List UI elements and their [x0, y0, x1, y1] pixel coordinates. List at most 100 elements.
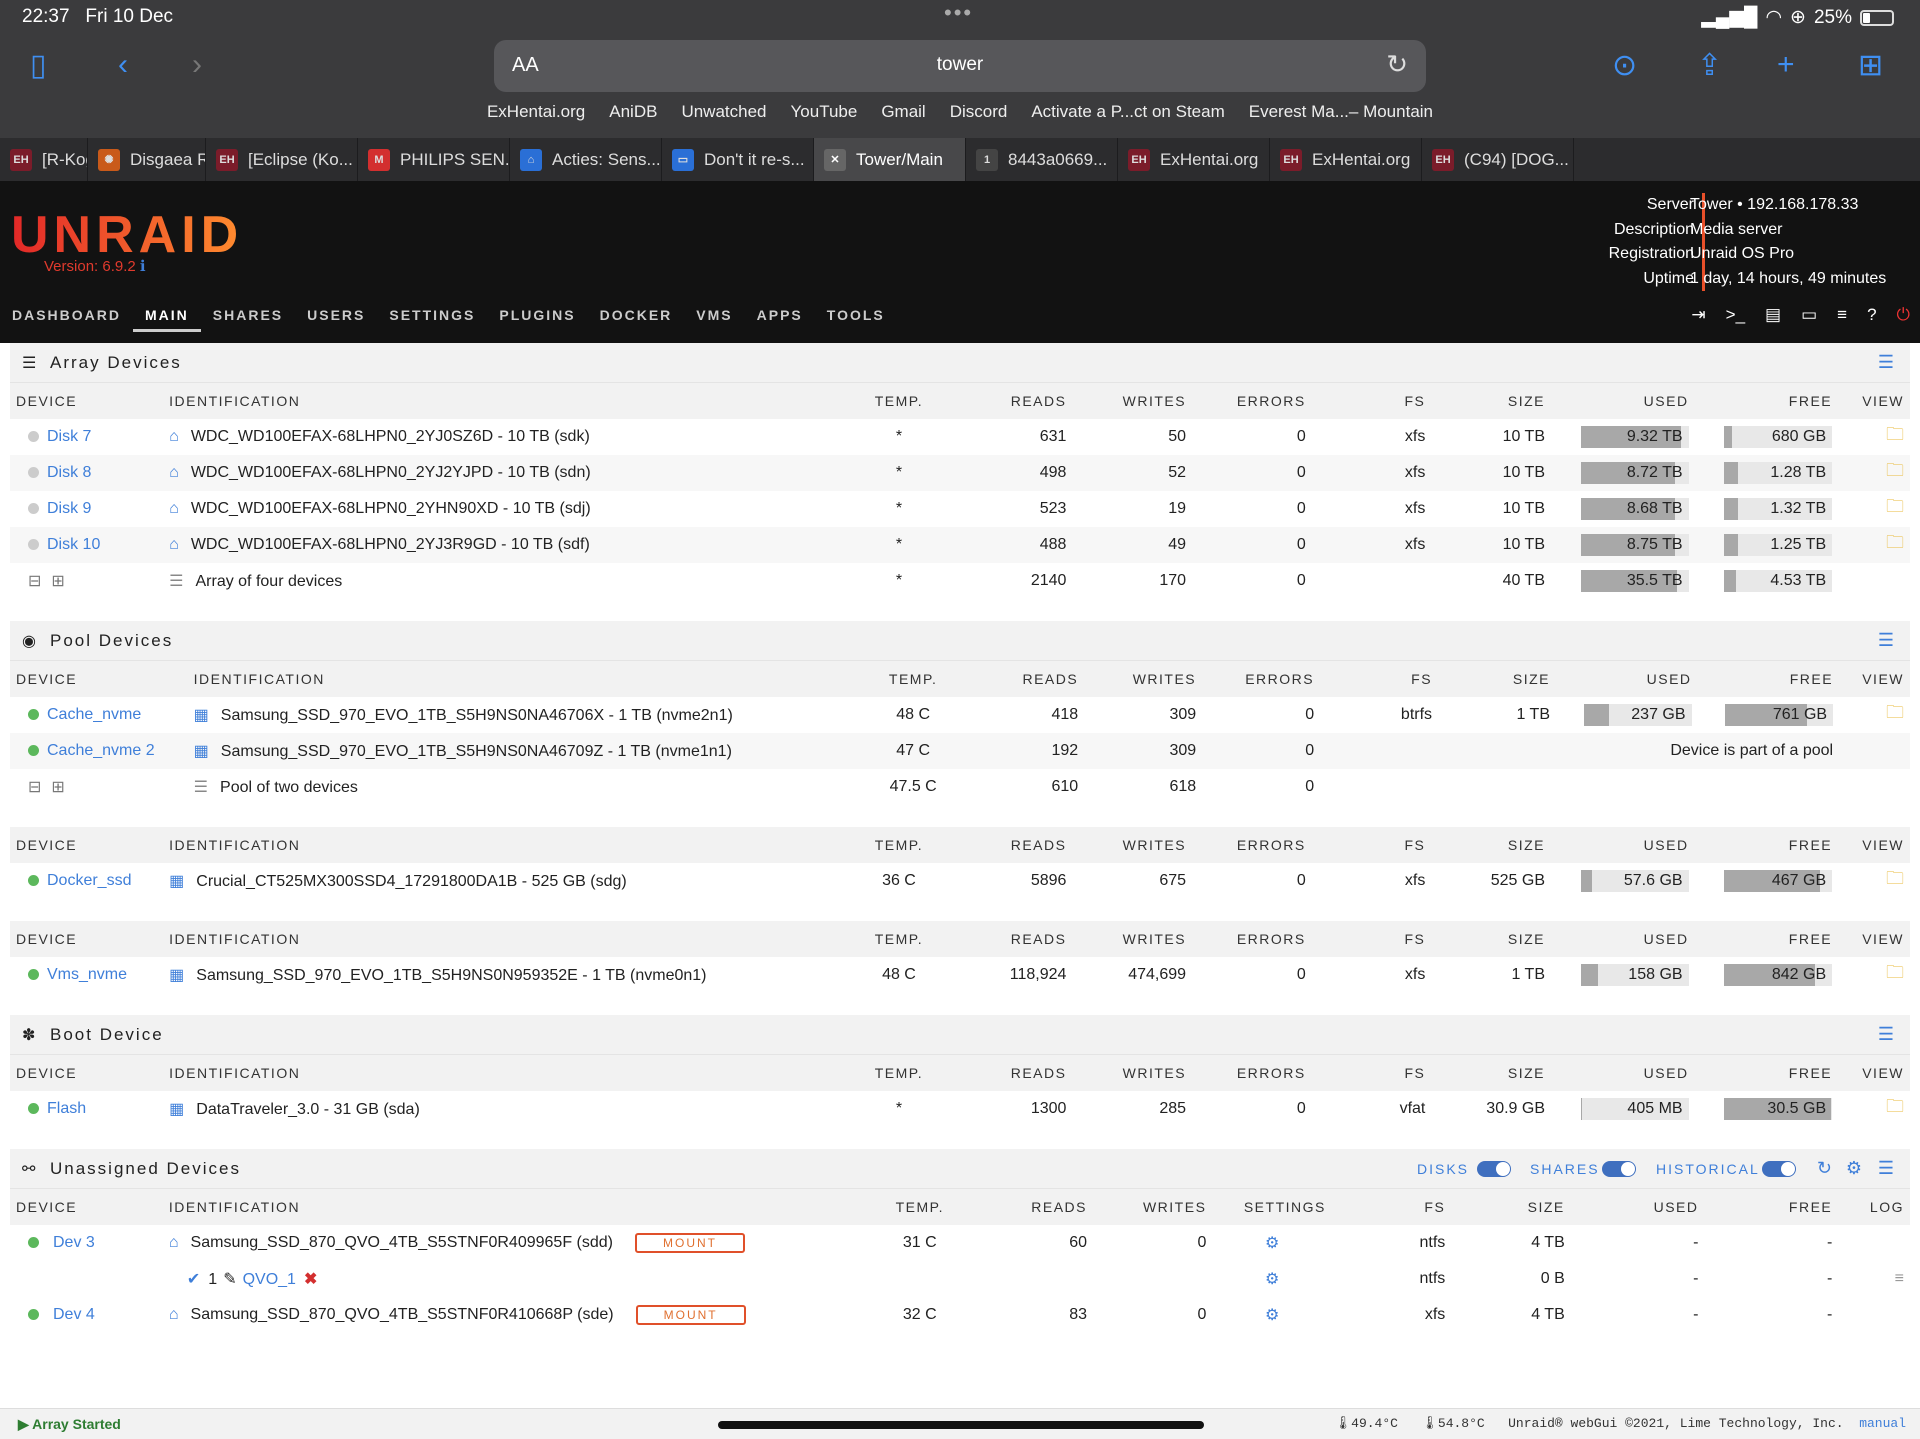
forward-icon[interactable]: ›	[192, 48, 202, 82]
nav-users[interactable]: USERS	[295, 298, 377, 332]
sidebar-icon[interactable]: ▯	[30, 48, 47, 83]
log-icon[interactable]: ≡	[1895, 1270, 1904, 1287]
nav-docker[interactable]: DOCKER	[588, 298, 685, 332]
device-link[interactable]: Disk 8	[47, 464, 91, 481]
share-icon[interactable]: ⇪	[1697, 48, 1722, 83]
edit-pencil-icon[interactable]: ✎	[223, 1271, 236, 1288]
logout-icon[interactable]: ⇥	[1691, 305, 1705, 325]
spin-down-icon[interactable]: ⊟	[28, 779, 41, 796]
unraid-logo[interactable]: UNRAID	[11, 205, 243, 265]
monitor-icon[interactable]: ▭	[1801, 305, 1817, 325]
mount-button[interactable]: MOUNT	[635, 1305, 746, 1325]
folder-icon[interactable]: 🗀	[1886, 424, 1904, 444]
device-identification: WDC_WD100EFAX-68LHPN0_2YHN90XD - 10 TB (…	[190, 500, 591, 517]
device-link[interactable]: Cache_nvme	[47, 706, 141, 723]
browser-tab[interactable]: ✺ Disgaea RP	[88, 138, 206, 181]
column-header-row: DEVICE IDENTIFICATION TEMP. READS WRITES ERRO…	[10, 1055, 1910, 1091]
nav-plugins[interactable]: PLUGINS	[487, 298, 587, 332]
list-view-icon[interactable]: ☰	[1878, 630, 1896, 651]
tab-overview-icon[interactable]: ⊞	[1858, 48, 1883, 83]
nav-main[interactable]: MAIN	[133, 298, 201, 332]
list-view-icon[interactable]: ☰	[1878, 352, 1896, 373]
settings-gear-icon[interactable]: ⚙	[1265, 1307, 1279, 1324]
settings-gear-icon[interactable]: ⚙	[1265, 1271, 1279, 1288]
spin-up-icon[interactable]: ⊞	[51, 779, 64, 796]
view-cell: 🗀	[1838, 455, 1910, 491]
device-link[interactable]: Disk 7	[47, 428, 91, 445]
device-link[interactable]: Cache_nvme 2	[47, 742, 155, 759]
browser-tab[interactable]: EH (C94) [DOG...	[1422, 138, 1574, 181]
folder-icon[interactable]: 🗀	[1886, 962, 1904, 982]
disks-toggle[interactable]	[1477, 1161, 1511, 1177]
terminal-icon[interactable]: >_	[1726, 305, 1745, 325]
shares-toggle[interactable]	[1602, 1161, 1636, 1177]
delete-x-icon[interactable]: ✖	[304, 1271, 317, 1288]
power-icon[interactable]: ⏻	[1897, 305, 1910, 325]
device-link[interactable]: Disk 9	[47, 500, 91, 517]
log-icon[interactable]: ≡	[1837, 305, 1847, 325]
favorite-link[interactable]: Gmail	[881, 102, 925, 121]
back-icon[interactable]: ‹	[118, 48, 128, 82]
favorite-link[interactable]: Unwatched	[681, 102, 766, 121]
settings-gear-icon[interactable]: ⚙	[1846, 1158, 1864, 1179]
favorite-link[interactable]: AniDB	[609, 102, 657, 121]
nav-vms[interactable]: VMS	[684, 298, 744, 332]
info-icon[interactable]: ℹ	[140, 258, 146, 275]
nav-settings[interactable]: SETTINGS	[377, 298, 487, 332]
folder-icon[interactable]: 🗀	[1886, 532, 1904, 552]
device-link[interactable]: Docker_ssd	[47, 872, 131, 889]
refresh-icon[interactable]: ↻	[1817, 1158, 1834, 1179]
browser-tab[interactable]: ⌂ Acties: Sens...	[510, 138, 662, 181]
browser-tab[interactable]: EH ExHentai.org	[1270, 138, 1422, 181]
device-link[interactable]: Flash	[47, 1100, 86, 1117]
device-identification: Samsung_SSD_970_EVO_1TB_S5H9NS0N959352E …	[196, 967, 707, 984]
column-header-row: DEVICE IDENTIFICATION TEMP. READS WRITES ERRO…	[10, 383, 1910, 419]
spin-up-icon[interactable]: ⊞	[51, 573, 64, 590]
browser-tab[interactable]: EH ExHentai.org	[1118, 138, 1270, 181]
favorite-link[interactable]: Discord	[950, 102, 1008, 121]
mount-button[interactable]: MOUNT	[635, 1233, 745, 1253]
device-link[interactable]: Dev 4	[53, 1306, 95, 1323]
new-tab-icon[interactable]: +	[1777, 48, 1795, 82]
folder-icon[interactable]: 🗀	[1886, 702, 1904, 722]
list-view-icon[interactable]: ☰	[1878, 1158, 1896, 1179]
view-cell: 🗀	[1838, 1091, 1910, 1127]
usage-bar: 8.68 TB	[1580, 498, 1689, 520]
historical-toggle[interactable]	[1762, 1161, 1796, 1177]
manual-link[interactable]: manual	[1859, 1416, 1906, 1431]
nav-tools[interactable]: TOOLS	[815, 298, 897, 332]
settings-gear-icon[interactable]: ⚙	[1265, 1235, 1279, 1252]
nav-dashboard[interactable]: DASHBOARD	[0, 298, 133, 332]
nav-apps[interactable]: APPS	[745, 298, 815, 332]
device-link[interactable]: Vms_nvme	[47, 966, 127, 983]
download-icon[interactable]: ⊙	[1612, 48, 1637, 83]
browser-tab[interactable]: ▭ Don't it re-s...	[662, 138, 814, 181]
browser-tab[interactable]: M PHILIPS SEN...	[358, 138, 510, 181]
folder-icon[interactable]: 🗀	[1886, 496, 1904, 516]
browser-tab[interactable]: EH [Eclipse (Ko...	[206, 138, 358, 181]
browser-tab[interactable]: EH [R-Kog	[0, 138, 88, 181]
favorite-link[interactable]: Activate a P...ct on Steam	[1031, 102, 1224, 121]
device-link[interactable]: Dev 3	[53, 1234, 95, 1251]
nav-shares[interactable]: SHARES	[201, 298, 295, 332]
server-info-key: Uptime	[1643, 269, 1694, 287]
reload-icon[interactable]: ↻	[1386, 49, 1408, 80]
multitask-dots-icon[interactable]: •••	[944, 0, 973, 26]
browser-tab[interactable]: ✕ Tower/Main	[814, 138, 966, 181]
feedback-icon[interactable]: ▤	[1765, 305, 1781, 325]
device-link[interactable]: Disk 10	[47, 536, 100, 553]
partition-name-link[interactable]: QVO_1	[243, 1271, 296, 1288]
status-dot-icon	[28, 431, 39, 443]
favorite-link[interactable]: YouTube	[791, 102, 858, 121]
spin-down-icon[interactable]: ⊟	[28, 573, 41, 590]
fs-cell: xfs	[1311, 527, 1432, 563]
address-bar[interactable]: AA tower ↻	[494, 40, 1426, 92]
browser-tab[interactable]: 1 8443a0669...	[966, 138, 1118, 181]
folder-icon[interactable]: 🗀	[1886, 1096, 1904, 1116]
list-view-icon[interactable]: ☰	[1878, 1024, 1896, 1045]
help-icon[interactable]: ?	[1867, 305, 1876, 325]
folder-icon[interactable]: 🗀	[1886, 868, 1904, 888]
folder-icon[interactable]: 🗀	[1886, 460, 1904, 480]
favorite-link[interactable]: ExHentai.org	[487, 102, 585, 121]
favorite-link[interactable]: Everest Ma...– Mountain	[1249, 102, 1433, 121]
